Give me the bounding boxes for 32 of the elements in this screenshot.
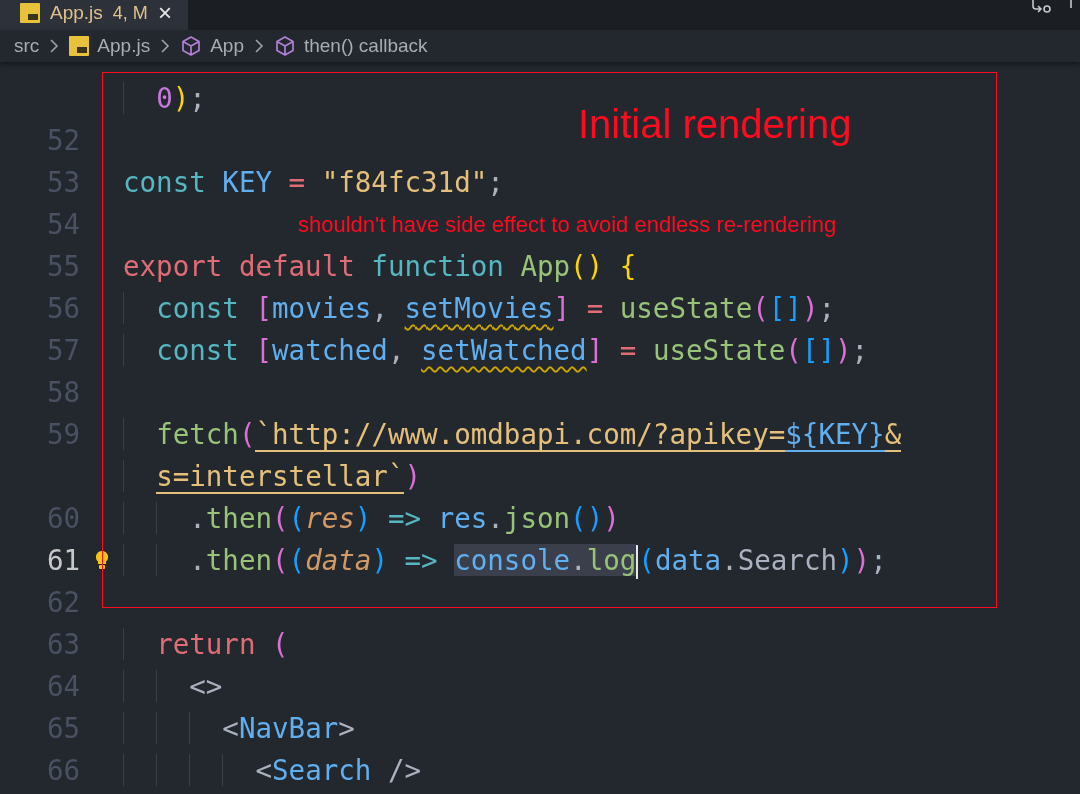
code-line: 0);	[123, 77, 206, 119]
breadcrumb-item[interactable]: App	[210, 35, 244, 57]
cube-icon	[180, 35, 203, 57]
line-number: 61	[45, 544, 80, 576]
js-file-icon	[69, 36, 90, 56]
chevron-icon	[160, 38, 171, 54]
code-line: .then((data) => console.log(data.Search));	[123, 539, 887, 581]
code-line: fetch(`http://www.omdbapi.com/?apikey=${KEY}&	[123, 413, 902, 455]
code-line: s=interstellar`)	[123, 455, 422, 497]
code-line: <Search />	[123, 749, 422, 791]
cube-icon	[273, 35, 296, 57]
code-line: const [movies, setMovies] = useState([]);	[123, 287, 835, 329]
problem-count: 4, M	[112, 2, 148, 24]
code-line: return (	[123, 623, 289, 665]
close-button[interactable]: ×	[158, 0, 172, 27]
tab-title: App.js	[50, 2, 103, 24]
code-line: const KEY = "f84fc31d";	[123, 165, 504, 200]
chevron-icon	[253, 38, 264, 54]
compare-icon[interactable]	[1030, 0, 1052, 14]
editor-tab[interactable]: App.js 4, M ×	[0, 0, 188, 30]
chevron-icon	[49, 38, 60, 54]
annotation-note: shouldn't have side effect to avoid endless re-rendering	[298, 212, 837, 238]
js-file-icon	[20, 3, 40, 23]
breadcrumb-item[interactable]: App.js	[97, 35, 151, 57]
lightbulb-icon[interactable]	[94, 550, 109, 570]
code-line: const [watched, setWatched] = useState([]);	[123, 329, 869, 371]
code-line: <NavBar>	[123, 707, 355, 749]
code-line: .then((res) => res.json())	[123, 497, 620, 539]
breadcrumb-item[interactable]: src	[14, 35, 40, 57]
annotation-title: Initial rendering	[578, 102, 852, 147]
breadcrumb-item[interactable]: then() callback	[303, 35, 428, 57]
code-line: export default function App() {	[123, 249, 637, 284]
